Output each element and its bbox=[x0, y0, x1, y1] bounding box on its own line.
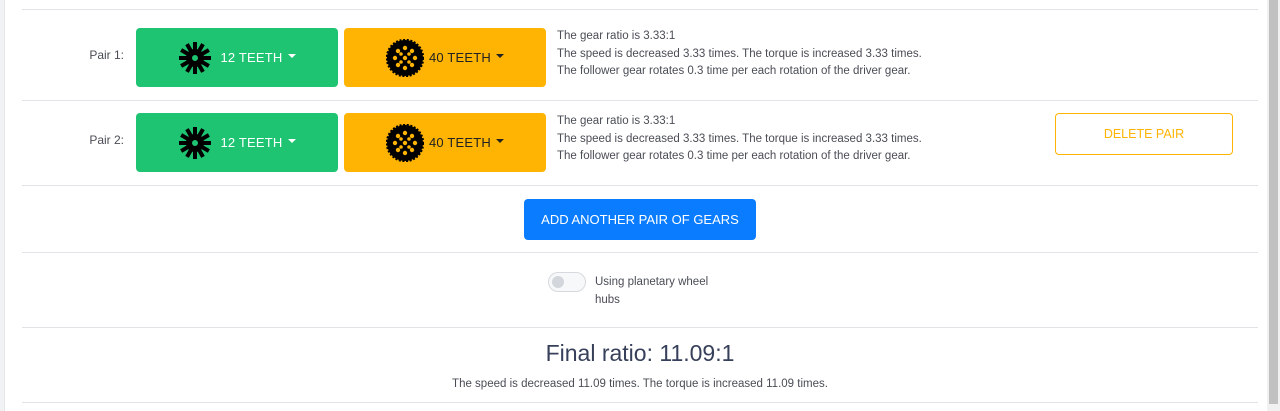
large-gear-icon bbox=[385, 38, 424, 77]
pair-2-driver-dropdown[interactable]: 12 TEETH bbox=[136, 113, 338, 172]
divider bbox=[22, 252, 1258, 253]
divider bbox=[22, 185, 1258, 186]
pair-2-follower-dropdown[interactable]: 40 TEETH bbox=[344, 113, 546, 172]
pair-2-label: Pair 2: bbox=[89, 133, 124, 147]
toggle-knob bbox=[552, 276, 564, 288]
planetary-hubs-label: Using planetary wheel hubs bbox=[595, 276, 709, 306]
small-gear-icon bbox=[179, 126, 212, 159]
pair-2-rotation-text: The follower gear rotates 0.3 time per e… bbox=[557, 150, 911, 162]
pair-1-driver-label: 12 TEETH bbox=[220, 50, 283, 65]
pair-1-label: Pair 1: bbox=[89, 48, 124, 62]
pair-1-ratio-text: The gear ratio is 3.33:1 bbox=[557, 30, 676, 42]
pair-1-follower-label: 40 TEETH bbox=[428, 50, 492, 65]
divider bbox=[22, 9, 1258, 10]
pair-1-driver-dropdown[interactable]: 12 TEETH bbox=[136, 28, 338, 87]
pair-2-driver-label: 12 TEETH bbox=[220, 135, 283, 150]
pair-1-rotation-text: The follower gear rotates 0.3 time per e… bbox=[557, 65, 911, 77]
add-pair-button[interactable]: ADD ANOTHER PAIR OF GEARS bbox=[524, 199, 756, 240]
planetary-hubs-toggle[interactable] bbox=[548, 272, 586, 292]
chevron-down-icon bbox=[287, 138, 296, 143]
final-ratio-title: Final ratio: 11.09:1 bbox=[545, 340, 735, 366]
chevron-down-icon bbox=[496, 138, 505, 143]
pair-2-speed-text: The speed is decreased 3.33 times. The t… bbox=[557, 132, 922, 145]
pair-1-info: The gear ratio is 3.33:1 The speed is de… bbox=[557, 28, 922, 81]
pair-1-follower-dropdown[interactable]: 40 TEETH bbox=[344, 28, 546, 87]
large-gear-icon bbox=[385, 123, 424, 162]
divider bbox=[22, 327, 1258, 328]
small-gear-icon bbox=[179, 41, 212, 74]
chevron-down-icon bbox=[496, 53, 505, 58]
pair-2-ratio-text: The gear ratio is 3.33:1 bbox=[557, 115, 676, 127]
delete-pair-button[interactable]: DELETE PAIR bbox=[1055, 113, 1233, 155]
pair-1-speed-text: The speed is decreased 3.33 times. The t… bbox=[557, 47, 922, 60]
final-ratio-description: The speed is decreased 11.09 times. The … bbox=[452, 378, 828, 390]
chevron-down-icon bbox=[287, 53, 296, 58]
pair-2-info: The gear ratio is 3.33:1 The speed is de… bbox=[557, 113, 922, 166]
pair-2-follower-label: 40 TEETH bbox=[428, 135, 492, 150]
divider bbox=[22, 402, 1258, 403]
divider bbox=[22, 100, 1258, 101]
